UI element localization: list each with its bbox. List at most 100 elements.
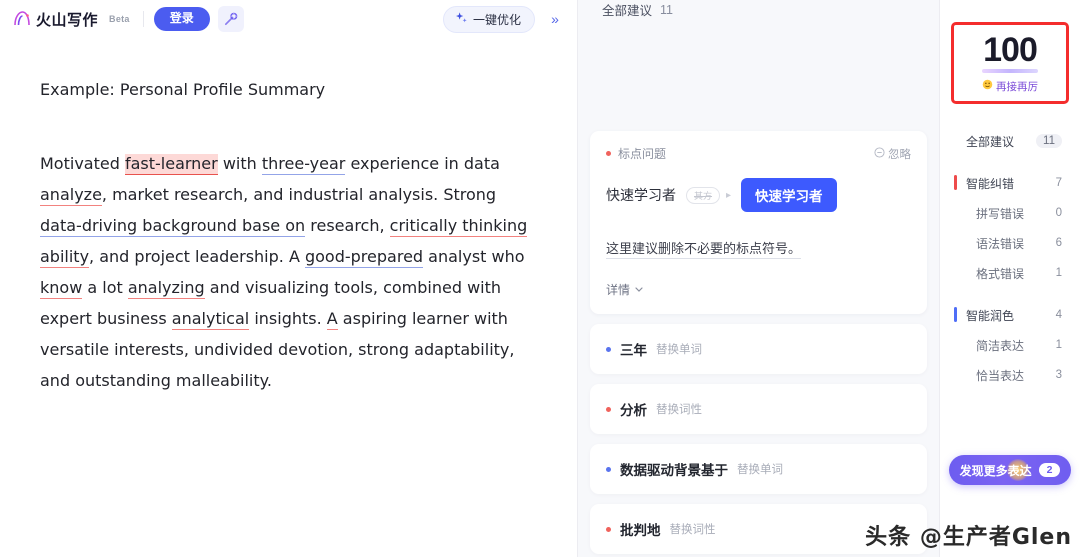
suggestion-row-word: 三年 [620,343,647,358]
details-toggle[interactable]: 详情 [606,281,911,298]
one-click-optimize-button[interactable]: 一键优化 [442,5,535,33]
grammar-error-span: analytical [171,309,250,330]
original-variant-pill: 其方 [686,186,721,204]
text-span: , market research, and industrial analys… [101,185,497,204]
active-error-span[interactable]: fast-learner [124,154,218,175]
suggestion-row-word: 分析 [620,403,647,418]
status-dot-icon [606,346,611,352]
top-toolbar: 火山写作 Beta 登录 一键优化 » [0,0,577,38]
grammar-error-span: know [40,278,83,299]
app-title: 火山写作 [36,11,99,29]
nav-item-label: 格式错误 [976,266,1025,281]
score-card: 100 再接再厉 [951,22,1069,104]
nav-item-格式错误[interactable]: 格式错误 1 [940,258,1080,288]
editor-pane: 火山写作 Beta 登录 一键优化 » Example: Personal Pr… [0,0,578,557]
grammar-error-span: analyzing [127,278,205,299]
chevron-down-icon [634,283,644,297]
suggestion-description: 这里建议删除不必要的标点符号。 [606,238,802,259]
suggestions-header-count: 11 [660,2,673,17]
nav-group-gap [940,288,1080,300]
magic-wand-icon[interactable] [217,6,244,32]
suggestions-pane: 全部建议 11 标点问题 忽略 快速学习者 其方 ▸ 快速学习者 这里建议删除不… [578,0,940,557]
category-nav-list: 全部建议 11 智能纠错 7 拼写错误 0 语法错误 6 格式错误 1 智能润色 4 简洁表达 1 恰当… [940,126,1080,390]
suggestion-row-word: 批判地 [620,523,661,538]
original-word: 快速学习者 [606,187,676,203]
text-span: analyst who [423,247,525,266]
suggestion-type: 标点问题 [606,145,666,162]
text-span: Motivated [40,154,125,173]
grammar-error-span: analyze [40,185,102,206]
nav-group-gap [940,156,1080,168]
apply-suggestion-button[interactable]: 快速学习者 [741,178,837,212]
suggestions-header: 全部建议 11 [578,0,939,19]
beta-badge: Beta [109,14,130,24]
document-canvas[interactable]: Example: Personal Profile Summary Motiva… [0,38,577,557]
nav-item-all[interactable]: 全部建议 11 [940,126,1080,156]
status-dot-icon [606,406,611,412]
app-logo[interactable]: 火山写作 [12,9,98,30]
suggestion-row-word: 数据驱动背景基于 [620,463,728,478]
login-button[interactable]: 登录 [153,7,210,31]
suggestion-type-label: 标点问题 [618,147,667,161]
nav-item-count: 3 [1055,369,1062,381]
nav-item-count: 1 [1055,267,1062,279]
chevron-double-right-icon[interactable]: » [543,7,567,31]
suggestion-row[interactable]: 三年 替换单词 [590,324,927,374]
nav-group-accent-bar [954,175,957,190]
suggestion-row[interactable]: 分析 替换词性 [590,384,927,434]
nav-item-简洁表达[interactable]: 简洁表达 1 [940,330,1080,360]
discover-label: 发现更多表达 [959,463,1032,478]
suggestion-row-tag: 替换词性 [656,404,702,416]
text-span: , and project leadership. A [89,247,305,266]
suggestion-row-tag: 替换单词 [737,464,783,476]
suggestions-header-label: 全部建议 [602,4,653,18]
nav-item-拼写错误[interactable]: 拼写错误 0 [940,198,1080,228]
optimize-label: 一键优化 [472,12,521,27]
nav-item-count: 1 [1055,339,1062,351]
smiley-icon [982,79,993,93]
discover-badge-count: 2 [1038,463,1061,477]
score-underline-decoration [982,68,1038,73]
text-span: experience in data [345,154,500,173]
text-span: research, [305,216,390,235]
nav-item-count: 6 [1055,237,1062,249]
app-root: 火山写作 Beta 登录 一键优化 » Example: Personal Pr… [0,0,1080,557]
volcano-logo-icon [12,9,32,29]
nav-group-label: 智能润色 [966,308,1015,323]
score-value: 100 [983,30,1038,69]
document-paragraph[interactable]: Motivated fast-learner with three-year e… [40,148,533,396]
grammar-error-span: A [326,309,338,330]
arrow-right-icon: ▸ [726,189,732,201]
nav-item-count: 0 [1055,207,1062,219]
nav-item-恰当表达[interactable]: 恰当表达 3 [940,360,1080,390]
text-span: insights. [249,309,327,328]
text-span: a lot [82,278,128,297]
suggestion-row-tag: 替换单词 [656,344,702,356]
suggestion-card-active[interactable]: 标点问题 忽略 快速学习者 其方 ▸ 快速学习者 这里建议删除不必要的标点符号。… [590,131,927,314]
nav-item-语法错误[interactable]: 语法错误 6 [940,228,1080,258]
details-label: 详情 [606,283,631,297]
document-title: Example: Personal Profile Summary [40,80,326,99]
polish-suggestion-span: data-driving background base on [40,216,306,237]
nav-group-accent-bar [954,307,957,322]
score-nav-pane: 100 再接再厉 全部建议 11 智能纠错 7 拼写错误 0 语法错误 6 格式… [940,0,1080,557]
nav-item-label: 拼写错误 [976,206,1025,221]
polish-suggestion-span: three-year [261,154,346,175]
suggestion-card-list: 标点问题 忽略 快速学习者 其方 ▸ 快速学习者 这里建议删除不必要的标点符号。… [578,19,939,557]
ignore-label: 忽略 [888,148,911,161]
status-dot-icon [606,151,611,156]
sparkle-icon [455,11,468,27]
polish-suggestion-span: good-prepared [304,247,424,268]
nav-group-count: 4 [1055,309,1062,321]
ignore-button[interactable]: 忽略 [874,146,911,162]
nav-group-智能纠错[interactable]: 智能纠错 7 [940,168,1080,198]
nav-group-智能润色[interactable]: 智能润色 4 [940,300,1080,330]
text-span: with [217,154,262,173]
score-caption: 再接再厉 [982,79,1038,94]
toolbar-divider [142,11,144,27]
replacement-row: 快速学习者 其方 ▸ 快速学习者 [606,178,911,212]
status-dot-icon [606,466,611,472]
discover-more-expressions-button[interactable]: 发现更多表达 2 [949,455,1071,485]
suggestion-row[interactable]: 数据驱动背景基于 替换单词 [590,444,927,494]
suggestion-row-tag: 替换词性 [669,524,716,536]
